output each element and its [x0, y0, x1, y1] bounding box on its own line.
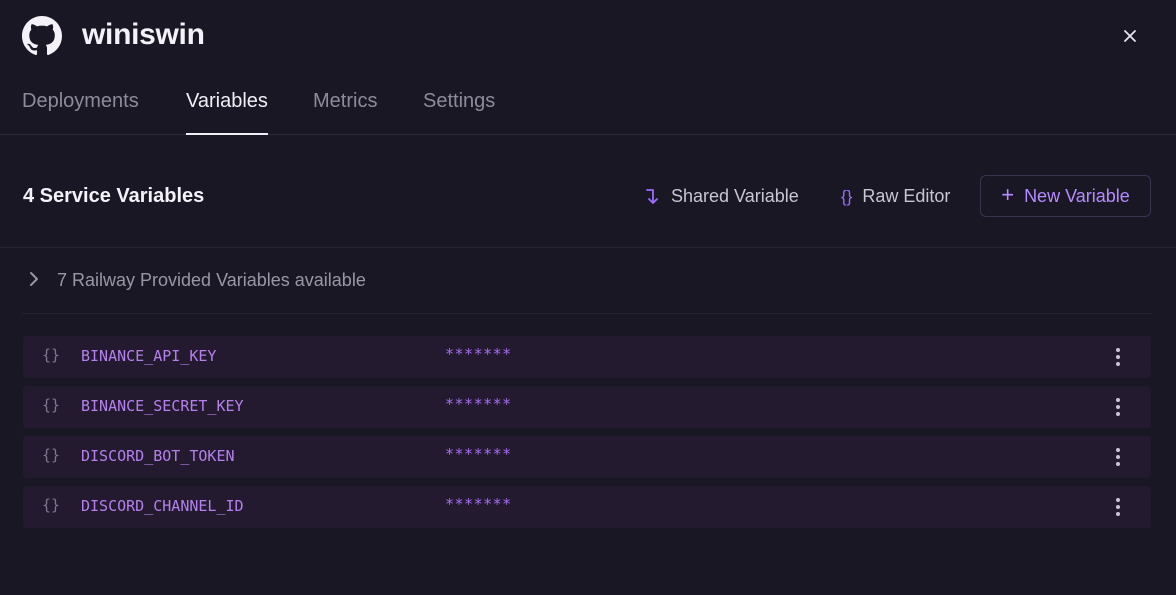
variable-name[interactable]: DISCORD_BOT_TOKEN [81, 447, 235, 465]
tab-deployments[interactable]: Deployments [22, 90, 139, 135]
close-button[interactable] [1118, 24, 1142, 48]
raw-editor-label: Raw Editor [862, 186, 951, 206]
new-variable-label: New Variable [1024, 185, 1130, 206]
tab-metrics[interactable]: Metrics [313, 90, 377, 135]
more-options-icon[interactable] [1110, 395, 1126, 419]
variable-value[interactable]: ******* [445, 445, 512, 463]
arrow-turn-down-icon [646, 188, 658, 204]
variable-row: {} BINANCE_API_KEY ******* [23, 336, 1151, 378]
variable-value[interactable]: ******* [445, 395, 512, 413]
variable-list: {} BINANCE_API_KEY ******* {} BINANCE_SE… [23, 336, 1151, 536]
braces-icon: {} [841, 186, 853, 206]
variable-name[interactable]: DISCORD_CHANNEL_ID [81, 497, 244, 515]
tab-settings[interactable]: Settings [423, 90, 495, 135]
variable-row: {} DISCORD_CHANNEL_ID ******* [23, 486, 1151, 528]
braces-icon: {} [42, 346, 61, 364]
new-variable-button[interactable]: + New Variable [980, 175, 1151, 217]
shared-variable-label: Shared Variable [671, 186, 799, 206]
variable-name[interactable]: BINANCE_API_KEY [81, 347, 216, 365]
variable-name[interactable]: BINANCE_SECRET_KEY [81, 397, 244, 415]
braces-icon: {} [42, 496, 61, 514]
project-header: winiswin [0, 0, 1176, 76]
plus-icon: + [1001, 182, 1015, 207]
railway-provided-variables-toggle[interactable]: 7 Railway Provided Variables available [22, 248, 1152, 314]
chevron-right-icon [30, 272, 38, 286]
close-icon [1124, 30, 1136, 42]
shared-variable-button[interactable]: Shared Variable [645, 186, 799, 207]
tab-variables[interactable]: Variables [186, 90, 268, 135]
tab-bar: Deployments Variables Metrics Settings [0, 76, 1176, 135]
more-options-icon[interactable] [1110, 445, 1126, 469]
braces-icon: {} [42, 446, 61, 464]
variable-row: {} BINANCE_SECRET_KEY ******* [23, 386, 1151, 428]
raw-editor-button[interactable]: {} Raw Editor [841, 186, 950, 207]
variable-row: {} DISCORD_BOT_TOKEN ******* [23, 436, 1151, 478]
braces-icon: {} [42, 396, 61, 414]
github-icon [22, 16, 62, 56]
more-options-icon[interactable] [1110, 495, 1126, 519]
provided-variables-label: 7 Railway Provided Variables available [57, 270, 366, 290]
section-title: 4 Service Variables [23, 185, 205, 207]
more-options-icon[interactable] [1110, 345, 1126, 369]
variable-value[interactable]: ******* [445, 495, 512, 513]
variable-value[interactable]: ******* [445, 345, 512, 363]
variables-section-header: 4 Service Variables Shared Variable {} R… [0, 160, 1176, 248]
project-title: winiswin [82, 18, 205, 51]
